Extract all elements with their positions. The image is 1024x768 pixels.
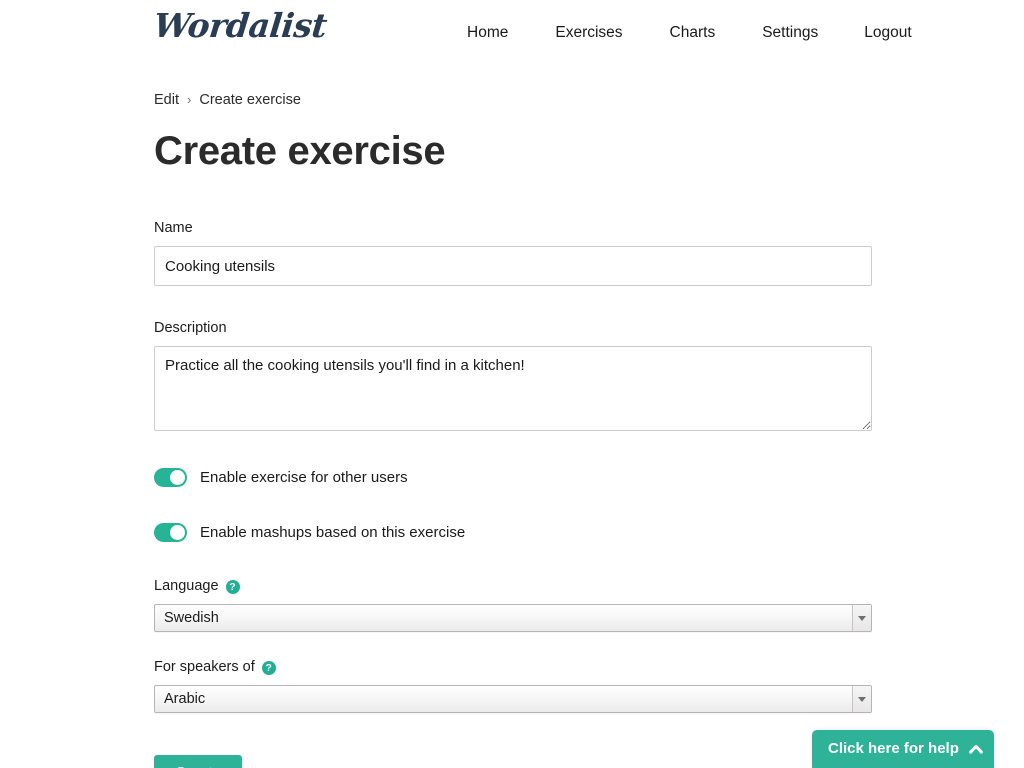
field-description: Description — [154, 319, 872, 431]
brand-logo[interactable]: Wordalist — [152, 6, 329, 45]
speakers-of-label-row: For speakers of ? — [154, 658, 872, 676]
language-label-row: Language ? — [154, 577, 872, 595]
nav-link-settings[interactable]: Settings — [750, 21, 830, 45]
create-exercise-form: Name Description Enable exercise for oth… — [154, 219, 872, 768]
field-name: Name — [154, 219, 872, 286]
submit-row: Create — [154, 755, 872, 768]
breadcrumb-separator-icon: › — [187, 92, 192, 107]
nav-link-home[interactable]: Home — [455, 21, 520, 45]
speakers-of-select-wrap: Arabic — [154, 685, 872, 713]
help-widget-label: Click here for help — [828, 740, 959, 757]
top-navbar: Wordalist Home Exercises Charts Settings… — [0, 0, 1024, 66]
breadcrumb-item-current: Create exercise — [199, 92, 301, 108]
speakers-of-label: For speakers of — [154, 659, 255, 675]
toggle-label-enable-for-others[interactable]: Enable exercise for other users — [200, 468, 408, 487]
speakers-of-select-value: Arabic — [164, 691, 206, 707]
main-navigation: Home Exercises Charts Settings Logout — [455, 21, 924, 45]
name-input[interactable] — [154, 246, 872, 286]
toggle-row-enable-for-others[interactable]: Enable exercise for other users — [154, 465, 872, 489]
caret-shape — [858, 615, 866, 621]
toggle-knob — [170, 524, 185, 540]
breadcrumb-item-edit[interactable]: Edit — [154, 91, 179, 109]
toggle-knob — [170, 469, 185, 485]
breadcrumb: Edit › Create exercise — [154, 91, 872, 109]
caret-shape — [858, 696, 866, 702]
field-language: Language ? Swedish — [154, 577, 872, 632]
description-textarea[interactable] — [154, 346, 872, 431]
toggle-enable-mashups[interactable] — [154, 522, 187, 542]
chevron-down-icon-speakers-of[interactable] — [852, 686, 871, 712]
name-label: Name — [154, 220, 193, 236]
language-select-wrap: Swedish — [154, 604, 872, 632]
content-container: Edit › Create exercise Create exercise N… — [154, 66, 872, 768]
help-widget[interactable]: Click here for help — [812, 730, 994, 768]
chevron-up-icon[interactable] — [969, 742, 983, 756]
nav-link-logout[interactable]: Logout — [852, 21, 923, 45]
question-mark-icon-language[interactable]: ? — [225, 580, 240, 594]
toggle-label-enable-mashups[interactable]: Enable mashups based on this exercise — [200, 523, 465, 542]
create-button[interactable]: Create — [154, 755, 242, 768]
language-select-value: Swedish — [164, 610, 219, 626]
language-select[interactable]: Swedish — [154, 604, 872, 632]
toggle-enable-exercise-for-other-users[interactable] — [154, 467, 187, 487]
language-label: Language — [154, 578, 219, 594]
speakers-of-select[interactable]: Arabic — [154, 685, 872, 713]
nav-link-charts[interactable]: Charts — [658, 21, 728, 45]
toggle-row-enable-mashups[interactable]: Enable mashups based on this exercise — [154, 520, 872, 544]
chevron-down-icon-language[interactable] — [852, 605, 871, 631]
page-root: Wordalist Home Exercises Charts Settings… — [0, 0, 1024, 768]
description-label: Description — [154, 320, 227, 336]
page-title: Create exercise — [154, 129, 446, 173]
nav-link-exercises[interactable]: Exercises — [543, 21, 634, 45]
question-mark-icon-speakers-of[interactable]: ? — [261, 661, 276, 675]
field-speakers-of: For speakers of ? Arabic — [154, 658, 872, 713]
